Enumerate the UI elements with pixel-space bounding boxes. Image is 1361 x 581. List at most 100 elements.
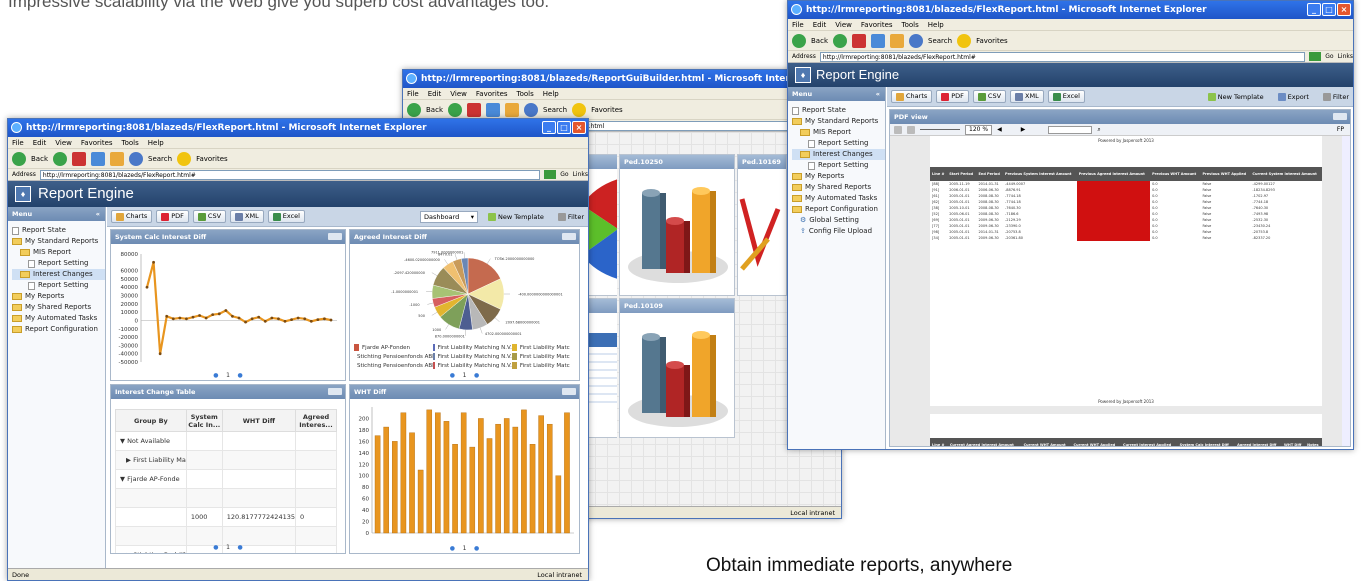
go-icon[interactable] xyxy=(544,170,557,179)
next-icon[interactable]: ● xyxy=(238,544,243,551)
xml-button[interactable]: XML xyxy=(1010,90,1044,103)
tree-item[interactable]: Report Setting xyxy=(12,258,105,269)
forward-icon[interactable] xyxy=(53,151,67,166)
menu-view[interactable]: View xyxy=(450,88,467,99)
column-header[interactable]: Agreed Interes... xyxy=(294,409,338,432)
close-button[interactable]: × xyxy=(572,121,586,134)
bar[interactable] xyxy=(426,409,433,534)
back-button[interactable]: Back xyxy=(31,155,48,163)
menu-help[interactable]: Help xyxy=(543,88,559,99)
menu-favorites[interactable]: Favorites xyxy=(476,88,508,99)
bar[interactable] xyxy=(409,432,415,534)
next-icon[interactable]: ● xyxy=(238,372,243,379)
chart-pager[interactable]: ● 1 ● xyxy=(350,372,579,379)
table-row[interactable] xyxy=(115,526,338,546)
data-point[interactable] xyxy=(152,260,155,264)
tree-item[interactable]: MIS Report xyxy=(12,247,105,258)
home-icon[interactable] xyxy=(890,33,904,48)
zoom-slider[interactable] xyxy=(920,129,960,130)
next-page-icon[interactable]: ▶ xyxy=(1021,126,1026,133)
next-icon[interactable]: ● xyxy=(474,545,479,552)
favorites-button[interactable]: Favorites xyxy=(976,37,1008,45)
table-row[interactable]: ▼ Fjarde AP-Fonde xyxy=(115,469,338,489)
pdf-button[interactable]: PDF xyxy=(936,90,969,103)
data-point[interactable] xyxy=(329,318,333,322)
back-button[interactable]: Back xyxy=(426,106,443,114)
menu-edit[interactable]: Edit xyxy=(428,88,442,99)
bar[interactable] xyxy=(443,421,450,534)
tree-item[interactable]: MIS Report xyxy=(792,127,885,138)
menu-file[interactable]: File xyxy=(792,19,804,30)
filter-button[interactable]: Filter xyxy=(557,212,584,221)
tree-item[interactable]: My Standard Reports xyxy=(792,116,885,127)
magnifier-icon[interactable]: ⌕ xyxy=(1097,126,1100,134)
search-page-input[interactable] xyxy=(1048,125,1093,134)
chart-pager[interactable]: ● 1 ● xyxy=(111,372,345,379)
menu-help[interactable]: Help xyxy=(148,137,164,148)
favorites-icon[interactable] xyxy=(572,102,587,117)
prev-page-icon[interactable]: ◀ xyxy=(997,126,1002,133)
favorites-button[interactable]: Favorites xyxy=(591,106,623,114)
refresh-icon[interactable] xyxy=(91,151,105,166)
go-button[interactable]: Go xyxy=(560,169,568,181)
column-header[interactable]: WHT Diff xyxy=(221,409,296,432)
menu-view[interactable]: View xyxy=(55,137,72,148)
csv-button[interactable]: CSV xyxy=(972,90,1007,103)
tree-item[interactable]: Interest Changes xyxy=(12,269,105,280)
bar[interactable] xyxy=(555,475,562,534)
back-icon[interactable] xyxy=(407,102,421,117)
tree-item[interactable]: Interest Changes xyxy=(792,149,885,160)
collapse-icon[interactable]: « xyxy=(876,87,880,101)
data-point[interactable] xyxy=(204,316,208,320)
stop-icon[interactable] xyxy=(852,33,866,48)
data-point[interactable] xyxy=(257,315,261,319)
bar[interactable] xyxy=(546,423,553,534)
bar[interactable] xyxy=(503,418,510,534)
data-point[interactable] xyxy=(191,315,195,319)
panel-controls-icon[interactable] xyxy=(562,388,576,395)
favorites-button[interactable]: Favorites xyxy=(196,155,228,163)
close-button[interactable]: × xyxy=(1337,3,1351,16)
back-icon[interactable] xyxy=(792,33,806,48)
tree-item[interactable]: Report Setting xyxy=(12,280,105,291)
forward-icon[interactable] xyxy=(448,102,462,117)
search-button[interactable]: Search xyxy=(543,106,567,114)
data-point[interactable] xyxy=(231,314,234,318)
forward-icon[interactable] xyxy=(833,33,847,48)
pdf-button[interactable]: PDF xyxy=(156,210,189,223)
data-point[interactable] xyxy=(185,317,188,321)
fit-icon[interactable] xyxy=(907,125,915,134)
stop-icon[interactable] xyxy=(72,151,86,166)
first-page-icon[interactable] xyxy=(894,125,902,134)
next-icon[interactable]: ● xyxy=(474,372,479,379)
menu-tools[interactable]: Tools xyxy=(122,137,139,148)
menu-favorites[interactable]: Favorites xyxy=(81,137,113,148)
search-icon[interactable] xyxy=(524,102,538,117)
tree-item[interactable]: Report Setting xyxy=(792,160,885,171)
links-label[interactable]: Links xyxy=(573,169,588,181)
panel-controls-icon[interactable] xyxy=(328,388,342,395)
menu-file[interactable]: File xyxy=(12,137,24,148)
home-icon[interactable] xyxy=(505,102,519,117)
data-point[interactable] xyxy=(145,285,149,289)
data-point[interactable] xyxy=(316,318,320,322)
tree-item[interactable]: ⚙ Global Setting xyxy=(792,215,885,226)
tree-item[interactable]: My Automated Tasks xyxy=(792,193,885,204)
back-button[interactable]: Back xyxy=(811,37,828,45)
tree-item[interactable]: ⇪ Config File Upload xyxy=(792,226,885,237)
tree-item[interactable]: My Reports xyxy=(792,171,885,182)
bar[interactable] xyxy=(538,415,544,534)
menu-help[interactable]: Help xyxy=(928,19,944,30)
tree-item[interactable]: Report State xyxy=(12,225,105,236)
refresh-icon[interactable] xyxy=(871,33,885,48)
tree-item[interactable]: Report Setting xyxy=(792,138,885,149)
dashboard-select[interactable]: Dashboard ▾ xyxy=(419,210,478,223)
bar[interactable] xyxy=(417,469,424,534)
data-point[interactable] xyxy=(263,319,267,323)
table-row[interactable] xyxy=(115,488,338,508)
data-point[interactable] xyxy=(323,317,326,321)
data-point[interactable] xyxy=(244,320,247,324)
panel-controls-icon[interactable] xyxy=(562,233,576,240)
data-point[interactable] xyxy=(296,316,300,320)
pdf-scrollbar[interactable] xyxy=(1342,136,1350,446)
